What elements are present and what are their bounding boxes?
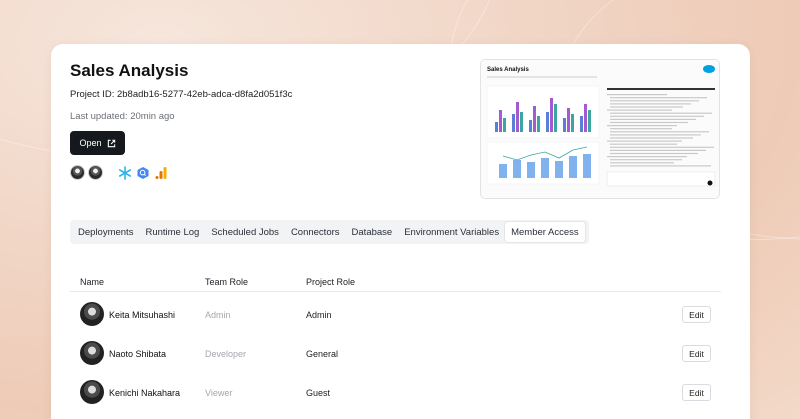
tab-member-access[interactable]: Member Access [505,222,585,242]
preview-bar [588,110,591,132]
members-and-connectors [70,165,168,180]
avatar [80,302,104,326]
preview-bar [533,106,536,132]
preview-bar [555,161,563,178]
preview-text-line [610,143,677,145]
tab-runtime-log[interactable]: Runtime Log [139,222,205,242]
preview-bar [512,114,515,132]
member-project-role: General [306,349,339,359]
preview-bar [495,122,498,132]
preview-bar [499,110,502,132]
preview-text-line [607,109,672,111]
last-updated: Last updated: 20min ago [70,111,175,122]
preview-thumbnail: Sales Analysis [481,60,719,198]
member-project-role: Guest [306,388,331,398]
preview-bar [520,112,523,132]
preview-text-line [610,149,706,151]
member-team-role: Viewer [205,388,233,398]
preview-text-line [610,134,701,136]
preview-text-line [610,100,699,102]
preview-bar [571,114,574,132]
dashboard-preview[interactable]: Sales Analysis [480,59,720,199]
header-team-role: Team Role [205,277,249,287]
tab-connectors[interactable]: Connectors [285,222,346,242]
tab-environment-variables[interactable]: Environment Variables [398,222,505,242]
google-analytics-icon [153,165,168,180]
avatar [80,341,104,365]
header-name: Name [80,277,105,287]
preview-text-line [610,97,707,99]
preview-text-line [607,156,687,158]
preview-bar [583,154,591,178]
preview-text-line [610,131,709,133]
project-card: Sales Analysis Project ID: 2b8adb16-5277… [51,44,750,419]
member-team-role: Developer [205,349,247,359]
external-link-icon [107,139,115,147]
preview-text-line [610,128,672,130]
open-button[interactable]: Open [70,131,125,155]
avatar [80,380,104,404]
open-button-label: Open [79,138,102,148]
preview-bar [569,156,577,178]
preview-bar [537,116,540,132]
preview-text-line [610,118,696,120]
table-row: Kenichi Nakahara Viewer Guest Edit [70,373,721,411]
preview-bar [584,104,587,132]
preview-text-line [610,103,691,105]
project-id: Project ID: 2b8adb16-5277-42eb-adca-d8fa… [70,89,293,100]
preview-text-line [610,137,693,139]
preview-text-line [607,125,677,127]
preview-text-line [610,159,682,161]
preview-bar [529,120,532,132]
preview-text-line [610,165,711,167]
preview-text-line [610,121,688,124]
edit-button[interactable]: Edit [682,384,711,401]
preview-text-line [610,106,683,108]
table-header: Name Team Role Project Role [70,270,721,292]
bigquery-icon [135,165,150,180]
tab-deployments[interactable]: Deployments [72,222,139,242]
preview-bar [516,102,519,132]
preview-bar [567,108,570,132]
member-avatar [88,165,103,180]
tab-bar: Deployments Runtime Log Scheduled Jobs C… [70,220,589,244]
preview-text-line [610,146,714,148]
preview-bar [503,118,506,132]
preview-bar [580,116,583,132]
header-project-role: Project Role [306,277,356,287]
member-team-role: Admin [205,310,231,320]
preview-title: Sales Analysis [487,67,529,73]
edit-button[interactable]: Edit [682,306,711,323]
table-row: Naoto Shibata Developer General Edit [70,334,721,372]
preview-bar [550,98,553,132]
preview-bar [513,160,521,178]
preview-bar [546,112,549,132]
preview-bar [563,118,566,132]
tab-database[interactable]: Database [346,222,399,242]
tab-scheduled-jobs[interactable]: Scheduled Jobs [205,222,285,242]
snowflake-icon [117,165,132,180]
table-row: Keita Mitsuhashi Admin Admin Edit [70,295,721,333]
member-avatar [70,165,85,180]
preview-bar [541,158,549,178]
preview-text-line [610,152,698,155]
member-name: Kenichi Nakahara [109,388,181,398]
member-name: Keita Mitsuhashi [109,310,176,320]
preview-bar [527,162,535,178]
preview-bar [554,104,557,132]
member-name: Naoto Shibata [109,349,167,359]
page-title: Sales Analysis [70,61,189,80]
preview-bar [499,164,507,178]
preview-text-line [610,115,704,117]
preview-text-line [607,94,667,96]
member-project-role: Admin [306,310,332,320]
preview-text-line [610,162,674,164]
preview-text-line [607,140,682,142]
salesforce-icon [703,65,715,73]
edit-button[interactable]: Edit [682,345,711,362]
preview-text-line [610,112,712,114]
